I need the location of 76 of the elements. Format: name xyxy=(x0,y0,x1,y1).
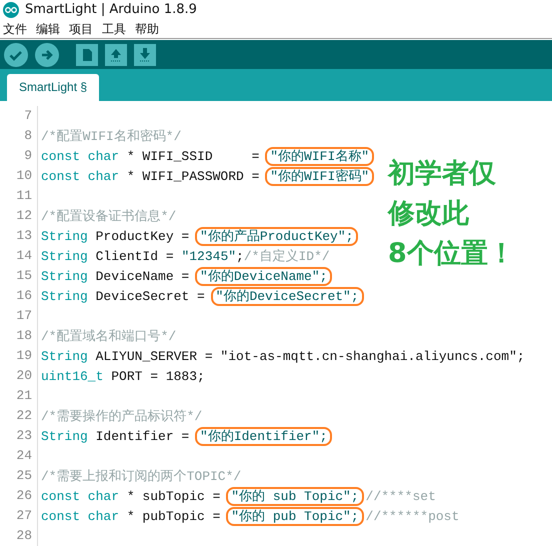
code-keyword: const char xyxy=(41,148,120,164)
menu-item[interactable]: 文件 xyxy=(3,20,27,38)
line-number: 11 xyxy=(0,186,38,206)
code-comment: //****set xyxy=(366,488,436,504)
menu-item[interactable]: 帮助 xyxy=(135,20,159,38)
verify-icon[interactable] xyxy=(4,42,28,67)
code-comment: /*配置设备证书信息*/ xyxy=(41,209,176,224)
line-number: 12 xyxy=(0,206,38,226)
code-text: * subTopic = xyxy=(126,488,222,504)
code-string: "你的WIFI密码" xyxy=(270,168,370,184)
code-comment: //******post xyxy=(366,508,460,524)
line-number: 20 xyxy=(0,366,38,386)
code-keyword: String xyxy=(41,348,88,364)
code-comment: /*需要操作的产品标识符*/ xyxy=(41,409,202,424)
line-number: 28 xyxy=(0,526,38,546)
line-number: 16 xyxy=(0,286,38,306)
code-keyword: uint16_t xyxy=(41,368,104,384)
code-text: Identifier = xyxy=(94,428,190,444)
code-string: "你的DeviceSecret"; xyxy=(216,288,359,304)
save-icon[interactable] xyxy=(134,44,156,66)
new-file-icon[interactable] xyxy=(76,44,98,66)
code-text: ALIYUN_SERVER = "iot-as-mqtt.cn-shanghai.aliyuncs.com"; xyxy=(94,348,525,364)
code-keyword: String xyxy=(41,249,88,264)
line-number: 23 xyxy=(0,426,38,446)
line-number: 15 xyxy=(0,266,38,286)
annotation-text: 初学者仅 xyxy=(388,157,497,191)
code-string: "你的 sub Topic"; xyxy=(231,488,359,504)
menu-item[interactable]: 编辑 xyxy=(36,20,60,38)
code-text: ClientId = xyxy=(94,249,175,264)
line-number: 22 xyxy=(0,406,38,426)
line-number: 21 xyxy=(0,386,38,406)
line-number: 24 xyxy=(0,446,38,466)
annotation-text: 8个位置！ xyxy=(388,237,515,271)
line-number: 7 xyxy=(0,106,38,126)
code-keyword: const char xyxy=(41,168,120,184)
line-number: 26 xyxy=(0,486,38,506)
open-icon[interactable] xyxy=(105,44,127,66)
code-text: * WIFI_PASSWORD = xyxy=(126,168,260,184)
code-comment: /*配置WIFI名和密码*/ xyxy=(41,129,182,144)
code-comment: /*自定义ID*/ xyxy=(244,249,330,264)
code-comment: /*需要上报和订阅的两个TOPIC*/ xyxy=(41,469,242,484)
line-number: 25 xyxy=(0,466,38,486)
code-keyword: const char xyxy=(41,508,120,524)
line-number: 27 xyxy=(0,506,38,526)
window-title: SmartLight | Arduino 1.8.9 xyxy=(25,2,197,18)
code-text: * WIFI_SSID = xyxy=(126,148,260,164)
line-number: 8 xyxy=(0,126,38,146)
code-text: DeviceSecret = xyxy=(94,288,206,304)
line-number: 9 xyxy=(0,146,38,166)
code-string: "你的 pub Topic"; xyxy=(231,508,359,524)
code-keyword: String xyxy=(41,288,88,304)
line-number: 17 xyxy=(0,306,38,326)
code-keyword: String xyxy=(41,228,88,244)
code-string: "你的Identifier"; xyxy=(200,428,328,444)
code-text: ProductKey = xyxy=(94,228,190,244)
code-string: "12345" xyxy=(181,249,236,264)
code-keyword: String xyxy=(41,428,88,444)
code-string: "你的DeviceName"; xyxy=(200,268,328,284)
code-string: "你的产品ProductKey"; xyxy=(200,228,354,244)
file-tab[interactable]: SmartLight § xyxy=(7,74,100,101)
line-number: 18 xyxy=(0,326,38,346)
annotation-text: 修改此 xyxy=(388,197,470,231)
line-number: 10 xyxy=(0,166,38,186)
line-number: 13 xyxy=(0,226,38,246)
menu-item[interactable]: 项目 xyxy=(69,20,93,38)
code-keyword: String xyxy=(41,268,88,284)
code-text: PORT = 1883; xyxy=(110,368,205,384)
menu-item[interactable]: 工具 xyxy=(102,20,126,38)
code-text: ; xyxy=(236,249,244,264)
line-number: 14 xyxy=(0,246,38,266)
code-keyword: const char xyxy=(41,488,120,504)
line-number: 19 xyxy=(0,346,38,366)
code-comment: /*配置域名和端口号*/ xyxy=(41,329,176,344)
code-text: DeviceName = xyxy=(94,268,190,284)
code-text: * pubTopic = xyxy=(126,508,222,524)
code-string: "你的WIFI名称" xyxy=(270,148,370,164)
